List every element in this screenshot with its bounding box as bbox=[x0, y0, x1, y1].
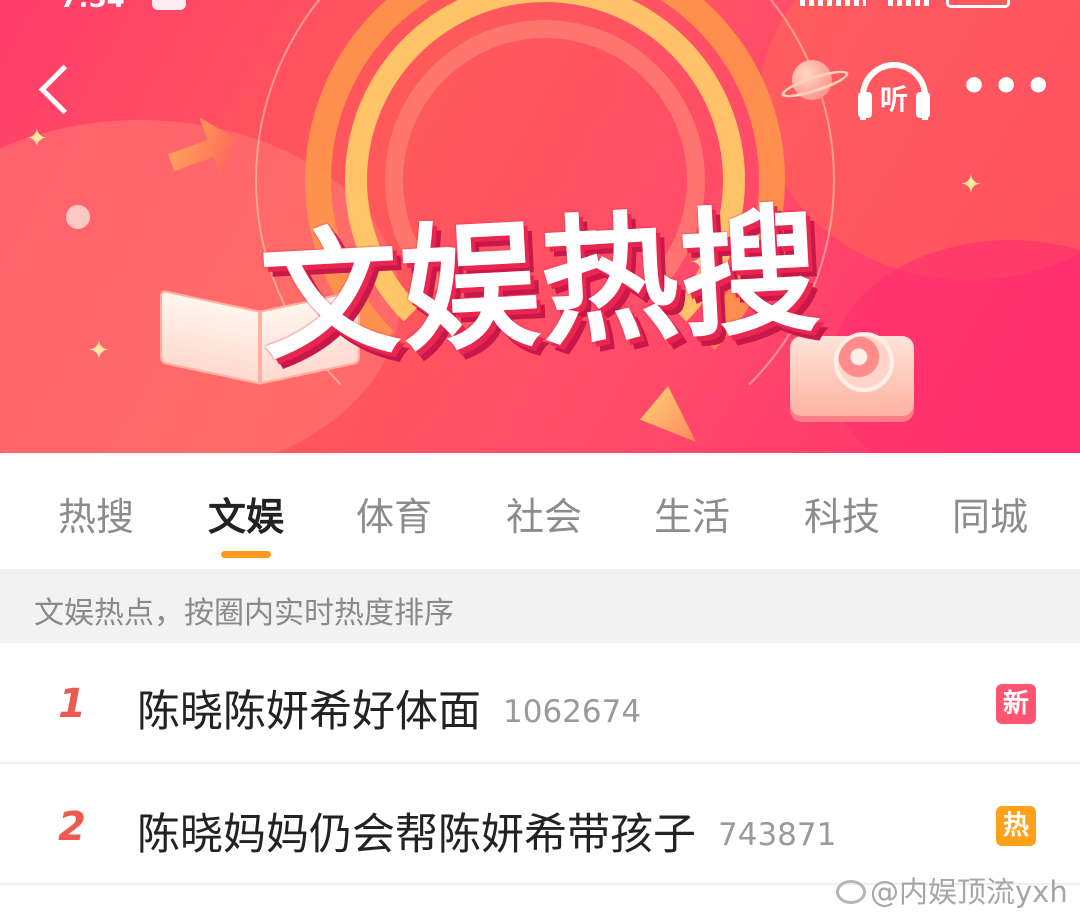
tab-society[interactable]: 社会 bbox=[502, 486, 586, 546]
notice-text: 文娱热点，按圈内实时热度排序 bbox=[34, 596, 454, 631]
tab-life[interactable]: 生活 bbox=[650, 486, 734, 546]
watermark: @内娱顶流yxh bbox=[836, 869, 1068, 911]
hot-badge: 热 bbox=[996, 806, 1036, 846]
list-item[interactable]: 2 陈晓妈妈仍会帮陈妍希带孩子 743871 热 bbox=[0, 764, 1080, 885]
bubble-decoration bbox=[66, 205, 90, 229]
list-item[interactable]: 1 陈晓陈妍希好体面 1062674 新 bbox=[0, 643, 1080, 764]
rank-number: 2 bbox=[58, 804, 86, 850]
tab-entertainment[interactable]: 文娱 bbox=[204, 486, 288, 546]
watermark-text: @内娱顶流yxh bbox=[870, 875, 1068, 909]
notification-icon bbox=[152, 0, 186, 10]
planet-icon bbox=[792, 60, 832, 100]
more-button[interactable]: ••• bbox=[960, 65, 1052, 112]
active-tab-indicator bbox=[221, 551, 271, 558]
signal-icon bbox=[800, 0, 866, 6]
tab-local[interactable]: 同城 bbox=[948, 486, 1032, 546]
sparkle-icon: ✦ bbox=[26, 124, 48, 154]
heat-count: 743871 bbox=[718, 817, 837, 853]
status-bar: 7:54 bbox=[0, 0, 1080, 14]
topic-title: 陈晓妈妈仍会帮陈妍希带孩子 743871 bbox=[137, 800, 836, 862]
tab-tech[interactable]: 科技 bbox=[800, 486, 884, 546]
topic-text: 陈晓妈妈仍会帮陈妍希带孩子 bbox=[137, 810, 696, 860]
tab-sports[interactable]: 体育 bbox=[352, 486, 436, 546]
header-banner: ✦ ✦ ✦ ✦ 7:54 听 ••• 文娱热搜 bbox=[0, 0, 1080, 453]
signal-icon bbox=[888, 0, 932, 6]
topic-text: 陈晓陈妍希好体面 bbox=[137, 687, 481, 737]
back-button[interactable] bbox=[30, 58, 80, 128]
banner-title: 文娱热搜 bbox=[256, 189, 825, 380]
heat-count: 1062674 bbox=[503, 694, 642, 730]
tab-hot-search[interactable]: 热搜 bbox=[54, 486, 138, 546]
battery-icon bbox=[946, 0, 1010, 8]
status-time: 7:54 bbox=[60, 0, 125, 14]
rank-number: 1 bbox=[58, 681, 86, 727]
sparkle-icon: ✦ bbox=[960, 170, 982, 200]
listen-label: 听 bbox=[879, 83, 908, 116]
topic-title: 陈晓陈妍希好体面 1062674 bbox=[137, 677, 641, 739]
listen-button[interactable]: 听 bbox=[856, 62, 932, 124]
sparkle-icon: ✦ bbox=[88, 336, 110, 366]
new-badge: 新 bbox=[996, 684, 1036, 724]
weibo-icon bbox=[836, 880, 866, 904]
